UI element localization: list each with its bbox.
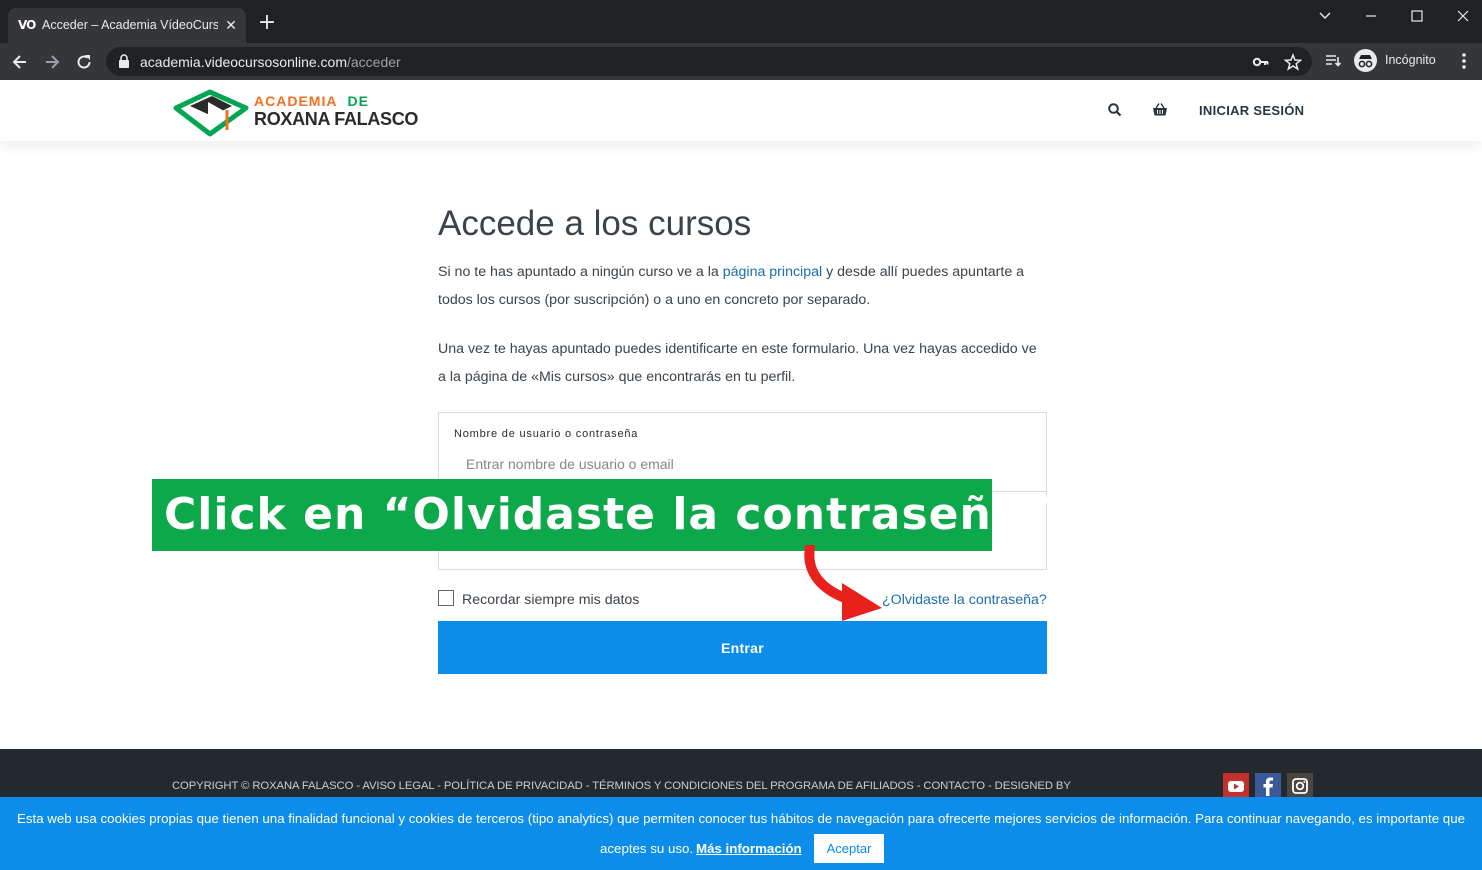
footer-links[interactable]: COPYRIGHT © ROXANA FALASCO - AVISO LEGAL… — [172, 780, 1071, 792]
remember-checkbox[interactable] — [438, 590, 454, 606]
reading-list-icon[interactable] — [1324, 52, 1342, 70]
login-nav-link[interactable]: INICIAR SESIÓN — [1199, 103, 1304, 118]
incognito-icon — [1354, 49, 1377, 72]
username-input[interactable] — [466, 453, 1006, 475]
tab-favicon-icon: VO — [18, 18, 36, 32]
forward-arrow-icon[interactable] — [39, 49, 65, 75]
shopping-basket-icon[interactable] — [1152, 102, 1168, 118]
remember-label: Recordar siempre mis datos — [462, 592, 640, 608]
username-label: Nombre de usuario o contraseña — [454, 428, 639, 440]
home-page-link[interactable]: página principal — [723, 264, 822, 280]
browser-menu-icon[interactable] — [1456, 51, 1472, 71]
browser-tab[interactable]: VO Acceder – Academia VídeoCursosOnline … — [8, 8, 246, 43]
graduation-cap-logo-icon — [173, 89, 249, 137]
instagram-icon[interactable] — [1287, 773, 1313, 799]
key-icon[interactable] — [1252, 53, 1270, 71]
annotation-text: Click en “Olvidaste la contraseña” — [164, 489, 1053, 540]
browser-toolbar: academia.videocursosonline.com/acceder I… — [0, 43, 1482, 80]
site-header: ACADEMIA DE ROXANA FALASCO INICIAR SESIÓN — [0, 80, 1482, 141]
instructions-paragraph: Una vez te hayas apuntado puedes identif… — [438, 341, 1037, 385]
logo-text-bottom: ROXANA FALASCO — [254, 109, 419, 129]
incognito-profile[interactable]: Incógnito — [1354, 49, 1446, 73]
annotation-arrow-icon — [804, 545, 882, 621]
cookie-accept-button[interactable]: Aceptar — [814, 834, 884, 863]
back-arrow-icon[interactable] — [7, 49, 33, 75]
page-title: Accede a los cursos — [438, 204, 752, 243]
lock-icon[interactable] — [118, 54, 130, 68]
cookie-more-info-link[interactable]: Más información — [696, 841, 802, 856]
cookie-text-continued: aceptes su uso. — [600, 841, 694, 856]
intro-paragraph: Si no te has apuntado a ningún curso ve … — [438, 264, 1025, 308]
tab-title: Acceder – Academia VídeoCursosOnline — [42, 18, 218, 32]
youtube-icon[interactable] — [1223, 773, 1249, 799]
star-bookmark-icon[interactable] — [1284, 53, 1302, 71]
tab-search-chevron-icon[interactable] — [1310, 4, 1340, 26]
login-submit-button[interactable]: Entrar — [438, 621, 1047, 674]
address-bar[interactable]: academia.videocursosonline.com/acceder — [106, 47, 1312, 76]
site-logo[interactable]: ACADEMIA DE ROXANA FALASCO — [172, 84, 418, 138]
cookie-banner: Esta web usa cookies propias que tienen … — [0, 797, 1482, 870]
facebook-icon[interactable] — [1255, 773, 1281, 799]
logo-text-top: ACADEMIA DE — [254, 93, 369, 109]
incognito-label: Incógnito — [1385, 53, 1436, 67]
browser-tabstrip: VO Acceder – Academia VídeoCursosOnline … — [0, 0, 1482, 43]
annotation-callout: Click en “Olvidaste la contraseña” — [152, 479, 1053, 551]
new-tab-button[interactable]: + — [256, 12, 278, 35]
cookie-text: Esta web usa cookies propias que tienen … — [17, 811, 1465, 826]
maximize-icon[interactable] — [1402, 4, 1432, 26]
minimize-icon[interactable] — [1356, 4, 1386, 26]
tab-close-icon[interactable]: ✕ — [222, 16, 240, 34]
search-icon[interactable] — [1107, 102, 1123, 118]
reload-icon[interactable] — [71, 49, 97, 75]
forgot-password-link[interactable]: ¿Olvidaste la contraseña? — [882, 592, 1047, 608]
window-close-icon[interactable] — [1448, 4, 1478, 26]
url-text[interactable]: academia.videocursosonline.com/acceder — [140, 54, 401, 70]
